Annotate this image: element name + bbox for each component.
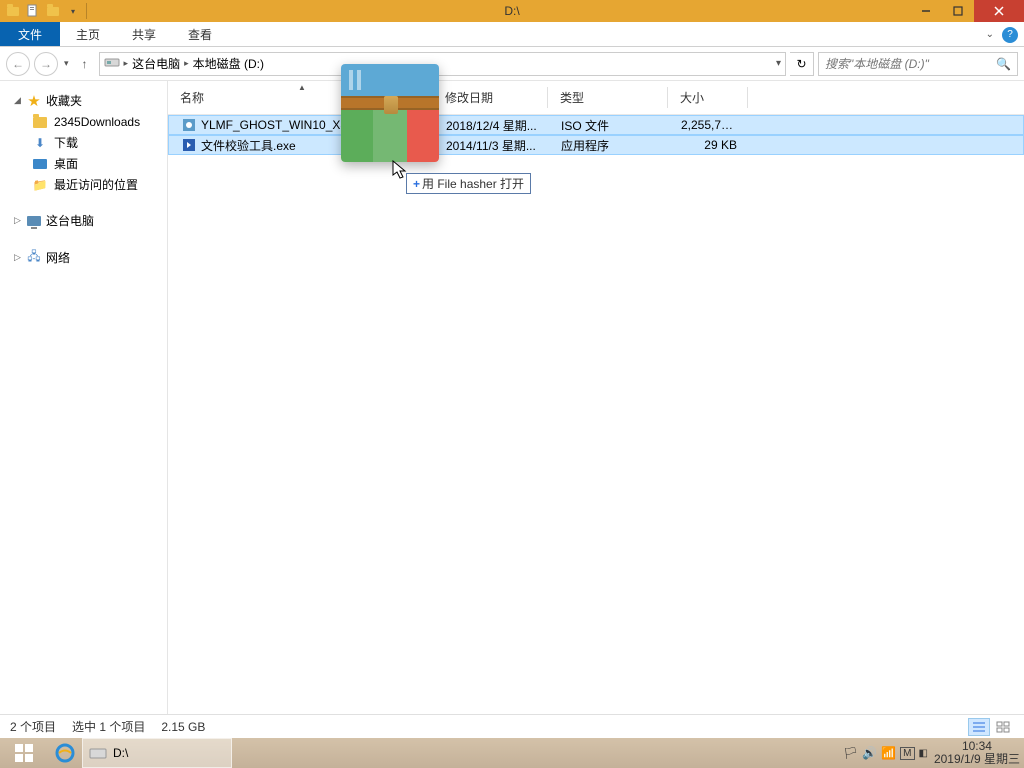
file-row[interactable]: 文件校验工具.exe 2014/11/3 星期... 应用程序 29 KB xyxy=(168,135,1024,155)
app-icon xyxy=(4,2,22,20)
tray-ime2-icon[interactable]: ◧ xyxy=(919,748,928,759)
taskbar: D:\ 🏳 🔊 📶 M ◧ 10:34 2019/1/9 星期三 xyxy=(0,738,1024,768)
tree-expand-icon[interactable]: ▷ xyxy=(14,252,22,263)
tray-network-icon[interactable]: 📶 xyxy=(881,746,896,760)
plus-icon: + xyxy=(413,177,420,191)
search-box[interactable]: 🔍 xyxy=(818,52,1018,76)
drag-tooltip-text: 用 File hasher 打开 xyxy=(422,175,524,192)
navbar: ← → ▾ ↑ ▸ 这台电脑 ▸ 本地磁盘 (D:) ▾ ↻ 🔍 xyxy=(0,47,1024,81)
drag-preview-icon xyxy=(341,64,439,162)
sidebar-network[interactable]: ▷ 🖧 网络 xyxy=(14,246,167,269)
address-bar[interactable]: ▸ 这台电脑 ▸ 本地磁盘 (D:) ▾ xyxy=(99,52,786,76)
chevron-right-icon[interactable]: ▸ xyxy=(124,58,129,69)
titlebar: ▾ D:\ xyxy=(0,0,1024,22)
window-title: D:\ xyxy=(504,4,519,18)
file-row[interactable]: YLMF_GHOST_WIN10_X86_V20... 2018/12/4 星期… xyxy=(168,115,1024,135)
nav-history-dropdown[interactable]: ▾ xyxy=(62,58,71,69)
taskbar-label: D:\ xyxy=(113,746,128,760)
status-size: 2.15 GB xyxy=(161,720,205,734)
column-size[interactable]: 大小 xyxy=(668,81,748,114)
taskbar-ie[interactable] xyxy=(48,738,82,768)
recent-icon: 📁 xyxy=(32,177,48,193)
help-icon[interactable]: ? xyxy=(1002,27,1018,43)
exe-file-icon xyxy=(181,137,197,153)
network-icon: 🖧 xyxy=(26,250,42,266)
breadcrumb-item[interactable]: 本地磁盘 (D:) xyxy=(193,55,264,72)
sidebar-this-pc[interactable]: ▷ 这台电脑 xyxy=(14,209,167,232)
start-button[interactable] xyxy=(0,738,48,768)
breadcrumb-item[interactable]: 这台电脑 xyxy=(132,55,180,72)
tree-collapse-icon[interactable]: ◢ xyxy=(14,95,22,106)
file-type: ISO 文件 xyxy=(549,117,669,134)
statusbar: 2 个项目 选中 1 个项目 2.15 GB xyxy=(0,714,1024,738)
sidebar-label: 网络 xyxy=(46,249,70,266)
tray-date: 2019/1/9 星期三 xyxy=(934,753,1020,766)
pc-icon xyxy=(26,213,42,229)
drive-icon xyxy=(104,56,120,71)
view-icons-button[interactable] xyxy=(992,718,1014,736)
nav-back-button[interactable]: ← xyxy=(6,52,30,76)
nav-forward-button[interactable]: → xyxy=(34,52,58,76)
tab-share[interactable]: 共享 xyxy=(116,22,172,46)
download-icon: ⬇ xyxy=(32,135,48,151)
desktop-icon xyxy=(32,156,48,172)
chevron-right-icon[interactable]: ▸ xyxy=(184,58,189,69)
tray-ime-icon[interactable]: M xyxy=(900,747,914,760)
minimize-button[interactable] xyxy=(910,0,942,22)
sidebar-label: 这台电脑 xyxy=(46,212,94,229)
qat-newfolder-icon[interactable] xyxy=(44,2,62,20)
file-size: 29 KB xyxy=(669,138,749,152)
qat-properties-icon[interactable] xyxy=(24,2,42,20)
tab-view[interactable]: 查看 xyxy=(172,22,228,46)
tree-expand-icon[interactable]: ▷ xyxy=(14,215,22,226)
sidebar-favorites[interactable]: ◢ ★ 收藏夹 xyxy=(14,89,167,112)
tray-flag-icon[interactable]: 🏳 xyxy=(843,746,858,760)
sidebar-item-label: 下载 xyxy=(54,134,78,151)
status-count: 2 个项目 xyxy=(10,718,56,735)
file-date: 2018/12/4 星期... xyxy=(434,117,549,134)
tab-home[interactable]: 主页 xyxy=(60,22,116,46)
status-selected: 选中 1 个项目 xyxy=(72,718,145,735)
column-headers: ▲ 名称 修改日期 类型 大小 xyxy=(168,81,1024,115)
column-type[interactable]: 类型 xyxy=(548,81,668,114)
view-details-button[interactable] xyxy=(968,718,990,736)
file-type: 应用程序 xyxy=(549,137,669,154)
tray-clock[interactable]: 10:34 2019/1/9 星期三 xyxy=(934,740,1020,766)
star-icon: ★ xyxy=(26,93,42,109)
ribbon: 文件 主页 共享 查看 ⌄ ? xyxy=(0,22,1024,47)
taskbar-explorer[interactable]: D:\ xyxy=(82,738,232,768)
folder-icon xyxy=(32,114,48,130)
file-date: 2014/11/3 星期... xyxy=(434,137,549,154)
sidebar-item-desktop[interactable]: 桌面 xyxy=(14,153,167,174)
sidebar-label: 收藏夹 xyxy=(46,92,82,109)
search-icon[interactable]: 🔍 xyxy=(996,57,1011,71)
tray-volume-icon[interactable]: 🔊 xyxy=(862,746,877,760)
iso-file-icon xyxy=(181,117,197,133)
maximize-button[interactable] xyxy=(942,0,974,22)
file-name: 文件校验工具.exe xyxy=(201,137,296,154)
qat-dropdown-icon[interactable]: ▾ xyxy=(64,2,82,20)
sidebar-item-label: 2345Downloads xyxy=(54,115,140,129)
file-tab[interactable]: 文件 xyxy=(0,22,60,46)
sidebar-item-downloads[interactable]: 2345Downloads xyxy=(14,112,167,132)
sidebar: ◢ ★ 收藏夹 2345Downloads ⬇ 下载 桌面 📁 最近访问的位置 xyxy=(0,81,168,714)
nav-up-button[interactable]: ↑ xyxy=(75,54,95,74)
sidebar-item-recent[interactable]: 📁 最近访问的位置 xyxy=(14,174,167,195)
file-size: 2,255,756... xyxy=(669,118,749,132)
drag-tooltip: + 用 File hasher 打开 xyxy=(406,173,531,194)
address-dropdown-icon[interactable]: ▾ xyxy=(776,58,781,69)
close-button[interactable] xyxy=(974,0,1024,22)
search-input[interactable] xyxy=(825,57,996,71)
sidebar-item-download[interactable]: ⬇ 下载 xyxy=(14,132,167,153)
ribbon-expand-icon[interactable]: ⌄ xyxy=(986,29,994,40)
content-area: ▲ 名称 修改日期 类型 大小 YLMF_GHOST_WIN10_X86_V20… xyxy=(168,81,1024,714)
sidebar-item-label: 最近访问的位置 xyxy=(54,176,138,193)
sidebar-item-label: 桌面 xyxy=(54,155,78,172)
drive-icon xyxy=(89,746,107,760)
refresh-button[interactable]: ↻ xyxy=(790,52,814,76)
column-date[interactable]: 修改日期 xyxy=(433,81,548,114)
